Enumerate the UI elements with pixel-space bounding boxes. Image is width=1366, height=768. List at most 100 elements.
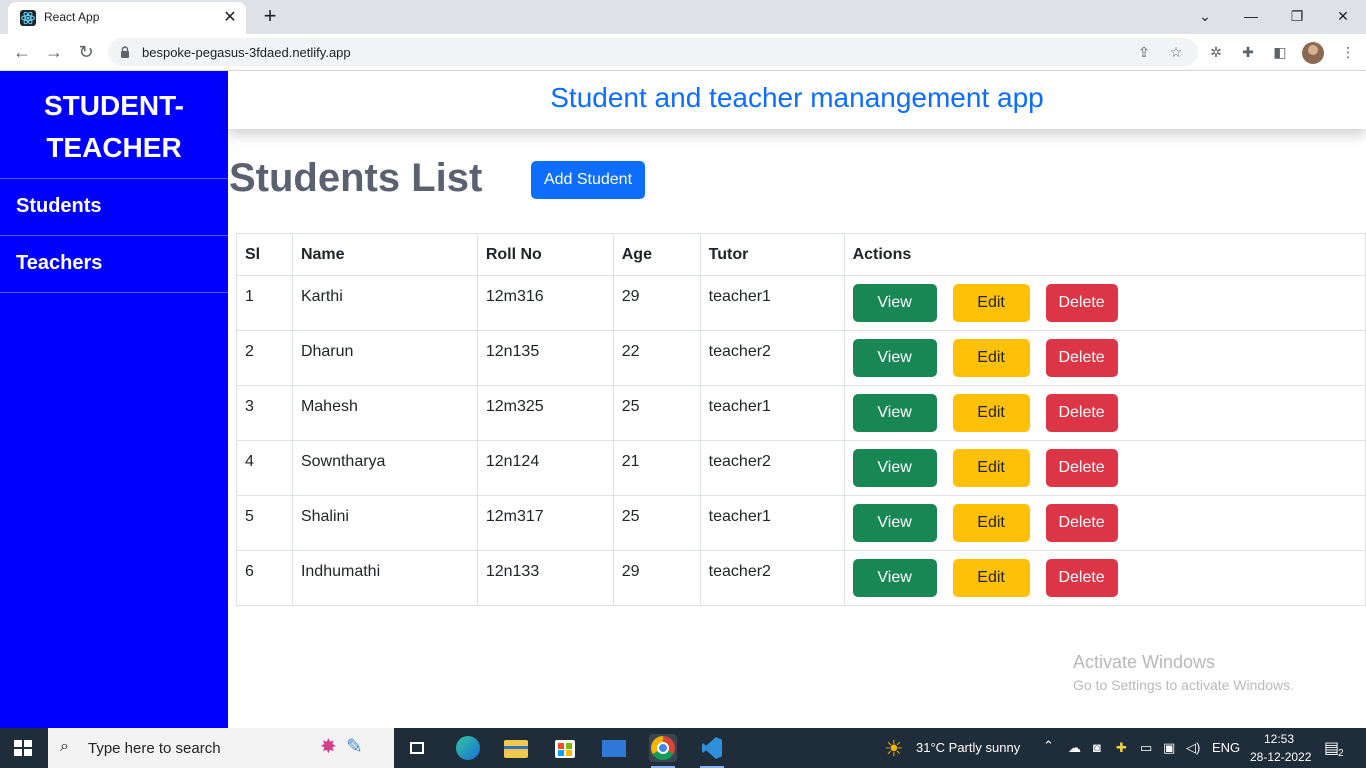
chrome-icon[interactable] [649,734,677,768]
file-explorer-icon[interactable] [502,734,530,762]
delete-button[interactable]: Delete [1045,339,1118,377]
react-icon [20,10,36,26]
delete-button[interactable]: Delete [1045,284,1118,322]
edit-button[interactable]: Edit [952,339,1030,377]
edit-button[interactable]: Edit [952,284,1030,322]
forward-arrow-icon[interactable]: → [42,40,66,64]
column-header-roll-no: Roll No [476,233,614,276]
sidebar-item-students[interactable]: Students [0,179,228,236]
taskbar-search-placeholder: Type here to search [88,740,221,757]
delete-button[interactable]: Delete [1045,504,1118,542]
extension-bug-icon[interactable]: ✲ [1206,42,1226,62]
notification-icon[interactable]: ▤ [1324,738,1339,758]
app-header: Student and teacher manangement app [228,71,1366,129]
network-icon[interactable]: ▣ [1163,740,1175,756]
tab-search-chevron-icon[interactable]: ⌄ [1182,2,1228,30]
activate-windows-subtitle: Go to Settings to activate Windows. [1073,677,1294,693]
column-header-age: Age [612,233,701,276]
cell-name: Sowntharya [291,440,478,496]
microsoft-store-icon[interactable] [551,734,579,762]
side-panel-icon[interactable]: ◧ [1270,42,1290,62]
cell-actions: View Edit Delete [843,275,1366,331]
tab-close-icon[interactable]: ✕ [220,8,240,28]
edit-button[interactable]: Edit [952,449,1030,487]
cell-sl: 5 [236,495,293,551]
brand-line-2: TEACHER [46,132,182,163]
windows-start-icon[interactable] [14,740,32,756]
sidebar: STUDENT- TEACHER Students Teachers [0,71,228,728]
add-student-button[interactable]: Add Student [531,161,645,199]
back-arrow-icon[interactable]: ← [10,40,34,64]
address-bar[interactable]: bespoke-pegasus-3fdaed.netlify.app ⇪ ☆ [108,38,1198,66]
weather-text[interactable]: 31°C Partly sunny [916,740,1020,755]
cell-sl: 1 [236,275,293,331]
table-header-row: Sl Name Roll No Age Tutor Actions [236,233,1366,276]
share-icon[interactable]: ⇪ [1134,42,1154,62]
profile-avatar[interactable] [1302,42,1324,64]
volume-icon[interactable]: ◁) [1186,740,1200,756]
edge-icon[interactable] [454,734,482,762]
sidebar-item-label: Teachers [16,252,103,274]
table-row: 6 Indhumathi 12n133 29 teacher2 View Edi… [236,550,1366,606]
restore-icon[interactable]: ❐ [1274,2,1320,30]
bookmark-star-icon[interactable]: ☆ [1166,42,1186,62]
edit-button[interactable]: Edit [952,394,1030,432]
cell-tutor: teacher2 [699,550,845,606]
table-row: 5 Shalini 12m317 25 teacher1 View Edit D… [236,495,1366,551]
url-text: bespoke-pegasus-3fdaed.netlify.app [142,45,351,60]
cell-sl: 4 [236,440,293,496]
taskbar-search-box[interactable]: ⌕ Type here to search ✸ ✎ [48,728,394,768]
view-button[interactable]: View [852,284,937,322]
extensions-puzzle-icon[interactable]: ✚ [1238,42,1258,62]
view-button[interactable]: View [852,449,937,487]
column-header-actions: Actions [843,233,1366,276]
language-indicator[interactable]: ENG [1212,740,1240,755]
delete-button[interactable]: Delete [1045,394,1118,432]
view-button[interactable]: View [852,559,937,597]
new-tab-icon[interactable]: + [258,4,282,28]
cell-tutor: teacher2 [699,440,845,496]
clock-date[interactable]: 28-12-2022 [1250,750,1311,764]
cell-tutor: teacher1 [699,495,845,551]
security-icon[interactable]: ✚ [1116,740,1127,756]
meet-icon[interactable]: ◙ [1093,740,1101,755]
cell-roll-no: 12m316 [476,275,614,331]
more-menu-icon[interactable]: ⋮ [1338,42,1358,62]
view-button[interactable]: View [852,504,937,542]
task-view-icon[interactable] [404,734,432,762]
edit-button[interactable]: Edit [952,559,1030,597]
cell-tutor: teacher2 [699,330,845,386]
weather-icon[interactable]: ☀ [884,736,904,762]
onedrive-icon[interactable]: ☁ [1068,740,1081,756]
minimize-icon[interactable]: — [1228,2,1274,30]
windows-taskbar: ⌕ Type here to search ✸ ✎ ☀ 31°C Partly … [0,728,1366,768]
cell-roll-no: 12n124 [476,440,614,496]
tray-chevron-icon[interactable]: ⌃ [1043,738,1054,754]
column-header-name: Name [291,233,478,276]
cell-actions: View Edit Delete [843,330,1366,386]
sidebar-item-teachers[interactable]: Teachers [0,236,228,293]
cell-actions: View Edit Delete [843,440,1366,496]
app-title: Student and teacher manangement app [550,82,1044,113]
view-button[interactable]: View [852,394,937,432]
clock-time[interactable]: 12:53 [1264,732,1294,746]
delete-button[interactable]: Delete [1045,559,1118,597]
mail-icon[interactable] [600,734,628,762]
notification-count: 2 [1338,748,1344,759]
cell-roll-no: 12n135 [476,330,614,386]
table-row: 4 Sowntharya 12n124 21 teacher2 View Edi… [236,440,1366,496]
cell-name: Mahesh [291,385,478,441]
view-button[interactable]: View [852,339,937,377]
vscode-icon[interactable] [698,734,726,768]
brand-title: STUDENT- TEACHER [0,85,228,169]
reload-icon[interactable]: ↻ [74,40,98,64]
column-header-tutor: Tutor [699,233,845,276]
battery-icon[interactable]: ▭ [1140,740,1152,756]
delete-button[interactable]: Delete [1045,449,1118,487]
browser-tab[interactable]: React App ✕ [8,2,246,34]
edit-button[interactable]: Edit [952,504,1030,542]
window-close-icon[interactable]: ✕ [1320,2,1366,30]
cell-roll-no: 12m325 [476,385,614,441]
browser-toolbar: ← → ↻ bespoke-pegasus-3fdaed.netlify.app… [0,34,1366,71]
sidebar-item-label: Students [16,195,102,217]
